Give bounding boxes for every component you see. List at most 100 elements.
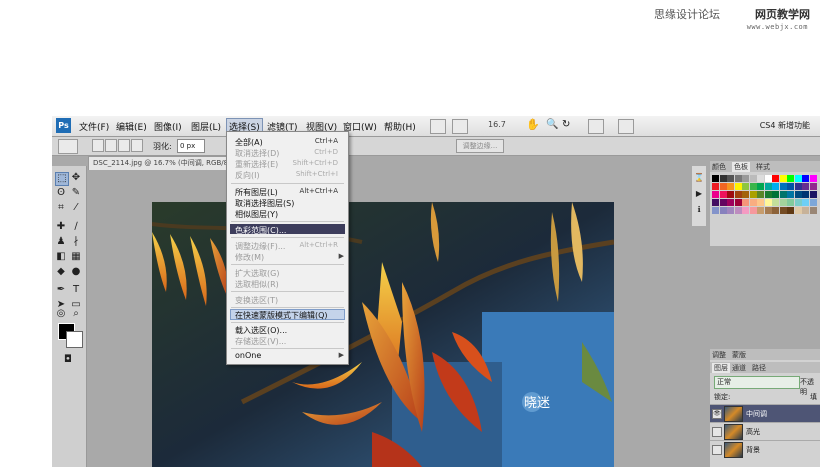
pen-tool-icon[interactable]: ✒ <box>55 284 67 296</box>
swatch-cell[interactable] <box>809 207 817 214</box>
layer-row[interactable]: 高光 <box>710 422 820 440</box>
zoom-tool-icon[interactable]: 🔍 <box>546 119 558 130</box>
tab-swatches[interactable]: 色板 <box>732 162 750 172</box>
swatch-cell[interactable] <box>794 207 802 214</box>
swatch-cell[interactable] <box>749 191 757 198</box>
swatch-cell[interactable] <box>772 199 779 206</box>
swatch-cell[interactable] <box>802 191 809 198</box>
swatch-cell[interactable] <box>794 183 802 190</box>
move-tool-icon[interactable]: ✥ <box>70 172 82 184</box>
brush-tool-icon[interactable]: ∕ <box>70 221 82 233</box>
menu-color-range[interactable]: 色彩范围(C)... <box>235 225 286 236</box>
dodge-tool-icon[interactable]: ● <box>70 266 82 278</box>
tab-layers[interactable]: 图层 <box>712 363 730 373</box>
swatch-cell[interactable] <box>809 175 817 182</box>
swatch-cell[interactable] <box>712 199 719 206</box>
blur-tool-icon[interactable]: ◆ <box>55 266 67 278</box>
menu-image[interactable]: 图像(I) <box>154 120 182 133</box>
swatch-cell[interactable] <box>727 191 734 198</box>
swatch-cell[interactable] <box>757 191 764 198</box>
zoom-level[interactable]: 16.7 <box>488 120 506 129</box>
swatch-cell[interactable] <box>764 183 772 190</box>
swatch-cell[interactable] <box>802 199 809 206</box>
quick-mask-icon[interactable]: ◘ <box>62 354 74 366</box>
swatch-cell[interactable] <box>712 207 719 214</box>
swatch-cell[interactable] <box>719 199 727 206</box>
background-color-swatch[interactable] <box>66 331 83 348</box>
swatch-cell[interactable] <box>809 183 817 190</box>
swatch-cell[interactable] <box>719 207 727 214</box>
arrange-documents-icon[interactable] <box>588 119 604 134</box>
swatch-cell[interactable] <box>742 199 749 206</box>
swatch-cell[interactable] <box>734 183 742 190</box>
swatch-cell[interactable] <box>764 175 772 182</box>
menu-reselect[interactable]: 重新选择(E) <box>235 159 278 170</box>
swatch-cell[interactable] <box>787 175 794 182</box>
eye-icon[interactable] <box>712 427 722 437</box>
menu-transform-selection[interactable]: 变换选区(T) <box>235 295 278 306</box>
swatch-cell[interactable] <box>749 183 757 190</box>
menu-similar-layers[interactable]: 相似图层(Y) <box>235 209 278 220</box>
swatch-cell[interactable] <box>742 175 749 182</box>
eye-icon[interactable]: 👁 <box>712 409 722 419</box>
menu-file[interactable]: 文件(F) <box>79 120 109 133</box>
swatch-cell[interactable] <box>794 175 802 182</box>
document-canvas[interactable]: 晓迷 <box>152 202 614 467</box>
swatch-cell[interactable] <box>742 183 749 190</box>
menu-deselect-layers[interactable]: 取消选择图层(S) <box>235 198 294 209</box>
eye-icon[interactable] <box>712 445 722 455</box>
swatch-cell[interactable] <box>787 207 794 214</box>
rotate-view-icon[interactable]: ↻ <box>562 119 570 130</box>
swatch-cell[interactable] <box>757 175 764 182</box>
swatch-cell[interactable] <box>779 175 787 182</box>
swatch-cell[interactable] <box>772 207 779 214</box>
ps-logo-icon[interactable]: Ps <box>56 118 71 133</box>
menu-grow[interactable]: 扩大选取(G) <box>235 268 279 279</box>
swatch-cell[interactable] <box>749 175 757 182</box>
swatch-cell[interactable] <box>712 183 719 190</box>
swatch-cell[interactable] <box>772 175 779 182</box>
history-brush-icon[interactable]: ∤ <box>70 236 82 248</box>
view-extras-icon[interactable] <box>452 119 468 134</box>
swatch-cell[interactable] <box>757 183 764 190</box>
swatch-cell[interactable] <box>719 191 727 198</box>
swatch-cell[interactable] <box>794 191 802 198</box>
tab-adjustments[interactable]: 调整 <box>712 350 726 360</box>
swatch-cell[interactable] <box>809 191 817 198</box>
healing-brush-icon[interactable]: ✚ <box>55 221 67 233</box>
swatch-cell[interactable] <box>712 191 719 198</box>
swatch-cell[interactable] <box>787 199 794 206</box>
tab-paths[interactable]: 路径 <box>752 363 766 373</box>
document-tab[interactable]: DSC_2114.jpg @ 16.7% (中间调, RGB/8) <box>88 156 234 170</box>
gradient-tool-icon[interactable]: ▦ <box>70 251 82 263</box>
menu-all-layers[interactable]: 所有图层(L) <box>235 187 278 198</box>
eyedropper-icon[interactable]: ⁄ <box>70 202 82 214</box>
info-panel-icon[interactable]: ℹ <box>693 204 705 216</box>
menu-all[interactable]: 全部(A) <box>235 137 263 148</box>
swatch-cell[interactable] <box>787 183 794 190</box>
swatch-cell[interactable] <box>779 183 787 190</box>
tab-channels[interactable]: 通道 <box>732 363 746 373</box>
swatch-cell[interactable] <box>757 199 764 206</box>
screen-mode-icon[interactable] <box>618 119 634 134</box>
zoom-tool-small-icon[interactable]: ⌕ <box>70 308 82 320</box>
swatch-cell[interactable] <box>727 207 734 214</box>
marquee-preset-icon[interactable] <box>58 139 78 154</box>
marquee-tool-icon[interactable]: ⬚ <box>55 172 69 186</box>
menu-similar[interactable]: 选取相似(R) <box>235 279 279 290</box>
subtract-selection-icon[interactable] <box>118 139 130 152</box>
actions-panel-icon[interactable]: ▶ <box>693 188 705 200</box>
menu-edit[interactable]: 编辑(E) <box>116 120 147 133</box>
swatch-cell[interactable] <box>802 207 809 214</box>
refine-edge-button[interactable]: 调整边缘... <box>456 139 504 153</box>
menu-save-selection[interactable]: 存储选区(V)... <box>235 336 286 347</box>
menu-layer[interactable]: 图层(L) <box>191 120 221 133</box>
swatch-cell[interactable] <box>772 191 779 198</box>
tab-masks[interactable]: 蒙版 <box>732 350 746 360</box>
menu-modify[interactable]: 修改(M) <box>235 252 264 263</box>
menu-load-selection[interactable]: 载入选区(O)... <box>235 325 287 336</box>
layer-row[interactable]: 👁 中间调 <box>710 404 820 422</box>
swatch-cell[interactable] <box>719 183 727 190</box>
swatch-cell[interactable] <box>734 175 742 182</box>
swatch-cell[interactable] <box>802 175 809 182</box>
